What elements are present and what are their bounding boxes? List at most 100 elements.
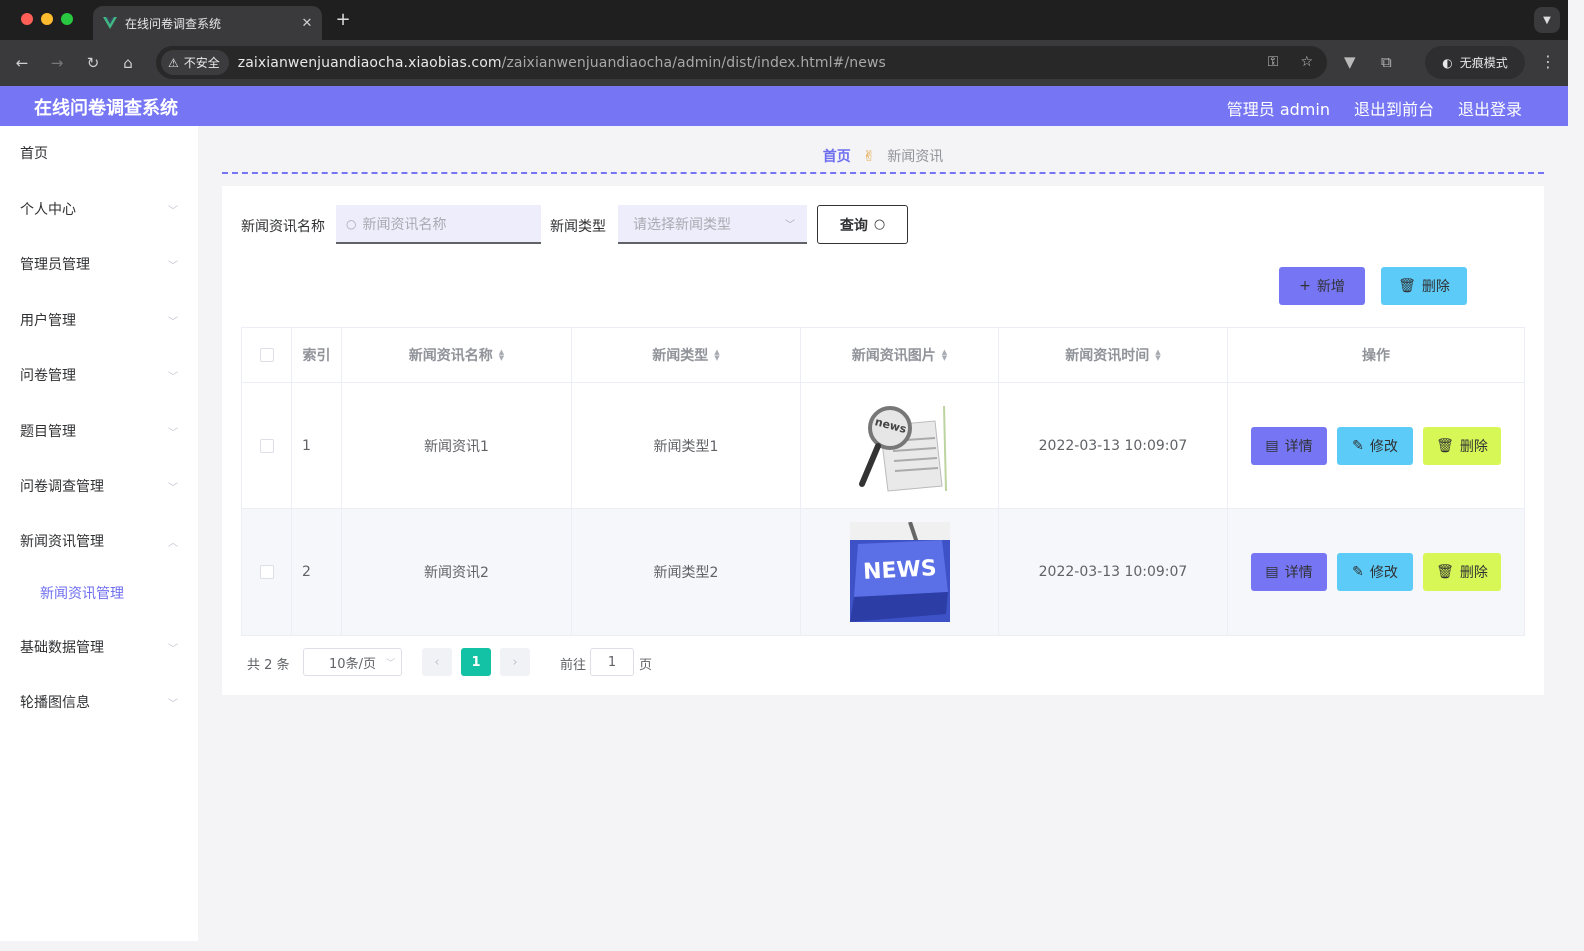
puzzle-icon[interactable]: ⧉ <box>1381 53 1392 71</box>
bookmark-star-icon[interactable]: ☆ <box>1300 54 1313 70</box>
reload-icon[interactable]: ↻ <box>83 54 103 72</box>
sidebar-item-surveys[interactable]: 问卷调查管理 ﹀ <box>0 466 198 506</box>
news-magnifier-image[interactable]: news <box>849 395 950 496</box>
page-number-button[interactable]: 1 <box>461 648 491 676</box>
delete-button[interactable]: 🗑 删除 <box>1423 426 1501 465</box>
edit-label: 修改 <box>1369 438 1398 455</box>
chevron-down-icon: ﹀ <box>168 206 178 217</box>
sidebar-item-label: 问卷调查管理 <box>20 479 104 495</box>
prev-page-icon[interactable]: ‹ <box>422 648 452 676</box>
select-all-cell <box>242 328 292 382</box>
back-icon[interactable]: ← <box>12 54 32 72</box>
index-cell: 1 <box>292 383 342 508</box>
sidebar-item-admins[interactable]: 管理员管理 ﹀ <box>0 244 198 284</box>
row-checkbox[interactable] <box>259 565 274 579</box>
header-image[interactable]: 新闻资讯图片 ▲ ▼ <box>801 328 999 382</box>
table-row: 1 新闻资讯1 新闻类型1 news 2022-03-13 10:09:07 ▤… <box>242 383 1524 509</box>
home-icon[interactable]: ⌂ <box>118 54 138 72</box>
sidebar: 首页 个人中心 ﹀ 管理员管理 ﹀ 用户管理 ﹀ 问卷管理 ﹀ 题目管理 ﹀ 问卷调查管理… <box>0 126 198 941</box>
header-name[interactable]: 新闻资讯名称 ▲ ▼ <box>342 328 572 382</box>
sidebar-item-home[interactable]: 首页 <box>0 133 198 173</box>
header-time[interactable]: 新闻资讯时间 ▲ ▼ <box>999 328 1228 382</box>
url-path: /zaixianwenjuandiaocha/admin/dist/index.… <box>501 54 886 71</box>
sidebar-item-profile[interactable]: 个人中心 ﹀ <box>0 189 198 229</box>
browser-menu-icon[interactable]: ⋮ <box>1540 52 1556 71</box>
sidebar-item-news[interactable]: 新闻资讯管理 ︿ <box>0 521 198 561</box>
plus-icon: + <box>1299 278 1311 294</box>
content-panel: 新闻资讯名称 ○ 新闻资讯名称 新闻类型 请选择新闻类型 ﹀ 查询 ○ + 新增… <box>222 186 1544 695</box>
header-index: 索引 <box>292 328 342 382</box>
exit-to-front-link[interactable]: 退出到前台 <box>1354 96 1434 120</box>
sidebar-item-label: 管理员管理 <box>20 257 90 273</box>
header-label: 新闻资讯名称 <box>408 348 493 364</box>
detail-button[interactable]: ▤ 详情 <box>1251 553 1327 591</box>
sidebar-item-carousel[interactable]: 轮播图信息 ﹀ <box>0 682 198 722</box>
sidebar-item-label: 基础数据管理 <box>20 640 104 656</box>
document-icon: ▤ <box>1265 564 1279 580</box>
edit-pen-icon: ✎ <box>1352 564 1364 580</box>
maximize-window-button[interactable] <box>61 13 73 25</box>
tab-search-icon[interactable]: ▼ <box>1534 7 1560 33</box>
name-cell: 新闻资讯2 <box>342 509 572 635</box>
forward-icon[interactable]: → <box>47 54 67 72</box>
sort-icon[interactable]: ▲ ▼ <box>1155 349 1160 362</box>
sort-icon[interactable]: ▲ ▼ <box>714 349 719 362</box>
close-window-button[interactable] <box>21 13 33 25</box>
sidebar-item-questionnaires[interactable]: 问卷管理 ﹀ <box>0 355 198 395</box>
address-bar[interactable]: ⚠ 不安全 zaixianwenjuandiaocha.xiaobias.com… <box>156 46 1327 79</box>
tab-close-icon[interactable]: ✕ <box>298 16 316 31</box>
select-all-checkbox[interactable] <box>259 348 274 362</box>
document-icon: ▤ <box>1265 437 1279 454</box>
query-button[interactable]: 查询 ○ <box>817 205 908 244</box>
image-caption: NEWS <box>862 556 937 585</box>
header-type[interactable]: 新闻类型 ▲ ▼ <box>572 328 801 382</box>
chevron-down-icon: ﹀ <box>168 699 178 710</box>
minimize-window-button[interactable] <box>41 13 53 25</box>
sidebar-item-label: 新闻资讯管理 <box>20 534 104 550</box>
admin-label: 管理员 admin <box>1226 100 1330 119</box>
new-tab-icon[interactable]: + <box>333 9 353 30</box>
sidebar-item-users[interactable]: 用户管理 ﹀ <box>0 300 198 340</box>
app-title: 在线问卷调查系统 <box>34 98 178 119</box>
detail-button[interactable]: ▤ 详情 <box>1251 426 1327 465</box>
sort-icon[interactable]: ▲ ▼ <box>499 349 504 362</box>
sidebar-subitem-news[interactable]: 新闻资讯管理 <box>0 573 198 613</box>
window-controls <box>21 13 73 25</box>
sidebar-item-questions[interactable]: 题目管理 ﹀ <box>0 411 198 451</box>
goto-label: 前往 <box>560 658 587 673</box>
type-filter-label: 新闻类型 <box>550 219 606 235</box>
edit-button[interactable]: ✎ 修改 <box>1337 426 1413 465</box>
url-text[interactable]: zaixianwenjuandiaocha.xiaobias.com/zaixi… <box>238 55 886 71</box>
page-suffix: 页 <box>639 658 653 673</box>
page-size-select[interactable]: 10条/页 ﹀ <box>303 648 402 676</box>
type-cell: 新闻类型1 <box>572 383 801 508</box>
breadcrumb-home[interactable]: 首页 <box>823 146 851 166</box>
header-operations: 操作 <box>1228 328 1524 382</box>
incognito-chip[interactable]: ◐ 无痕模式 <box>1425 46 1525 79</box>
sidebar-item-base-data[interactable]: 基础数据管理 ﹀ <box>0 627 198 667</box>
index-cell: 2 <box>292 509 342 635</box>
table-row: 2 新闻资讯2 新闻类型2 NEWS 2022-03-13 10:09:07 ▤… <box>242 509 1524 635</box>
browser-tab[interactable]: 在线问卷调查系统 ✕ <box>93 6 322 40</box>
batch-delete-button[interactable]: 🗑 删除 <box>1381 267 1467 305</box>
add-button[interactable]: + 新增 <box>1279 267 1365 305</box>
query-button-label: 查询 <box>839 217 868 234</box>
app-header: 在线问卷调查系统 管理员 admin 退出到前台 退出登录 <box>0 86 1568 126</box>
key-icon[interactable]: ⚿ <box>1268 54 1279 70</box>
sort-icon[interactable]: ▲ ▼ <box>942 349 947 362</box>
chevron-up-icon: ︿ <box>168 538 178 549</box>
extension-icon[interactable]: ▼ <box>1344 53 1356 71</box>
goto-page-input[interactable]: 1 <box>590 648 634 676</box>
delete-button[interactable]: 🗑 删除 <box>1423 553 1501 591</box>
name-search-input[interactable]: ○ 新闻资讯名称 <box>336 205 541 244</box>
security-chip[interactable]: ⚠ 不安全 <box>161 50 229 75</box>
type-select[interactable]: 请选择新闻类型 ﹀ <box>618 205 807 244</box>
news-key-image[interactable]: NEWS <box>849 522 950 622</box>
type-cell: 新闻类型2 <box>572 509 801 635</box>
next-page-icon[interactable]: › <box>500 648 530 676</box>
row-checkbox[interactable] <box>259 438 274 453</box>
logout-link[interactable]: 退出登录 <box>1458 96 1522 120</box>
edit-button[interactable]: ✎ 修改 <box>1337 553 1413 591</box>
warning-icon: ⚠ <box>168 55 179 70</box>
image-cell: NEWS <box>801 509 999 635</box>
